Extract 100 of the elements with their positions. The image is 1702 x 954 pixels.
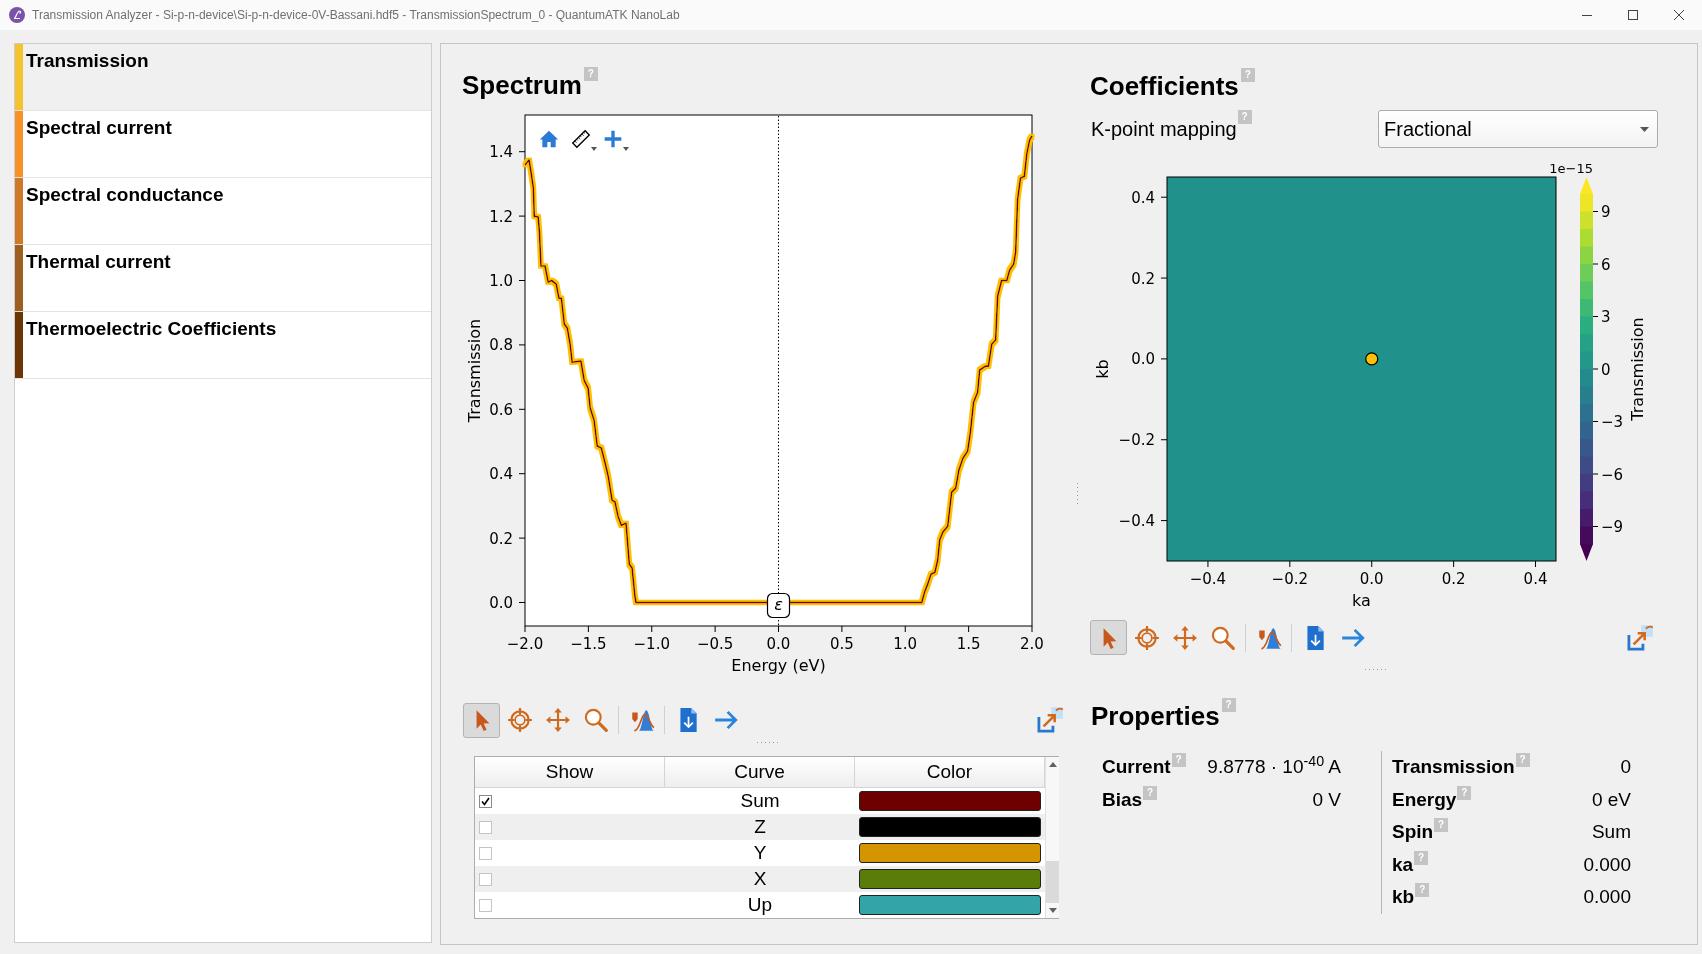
tick-label: 1.0 (893, 634, 918, 653)
checkbox[interactable] (479, 898, 492, 912)
crosshair-icon (1133, 624, 1160, 651)
tick-label: 1.0 (489, 272, 513, 290)
scroll-down-arrow-icon[interactable] (1048, 908, 1057, 913)
sidebar-item[interactable]: Transmission (15, 44, 431, 111)
dropdown-caret-icon[interactable] (1640, 126, 1649, 132)
app-logo-icon (9, 7, 25, 23)
checkbox[interactable] (479, 846, 492, 860)
curve-name: Up (747, 894, 773, 916)
magnifier-icon (1209, 624, 1236, 651)
colorbar-tick-label: −3 (1601, 413, 1624, 431)
pointer-tool-button[interactable] (1090, 620, 1127, 655)
data-point[interactable] (1365, 352, 1379, 366)
maximize-icon (1628, 10, 1638, 20)
popout-icon[interactable] (1626, 623, 1654, 652)
tick-label: 1.5 (956, 634, 981, 653)
axis-label: Energy (eV) (731, 656, 826, 675)
column-header[interactable]: Show (475, 757, 665, 787)
caret-icon[interactable] (591, 147, 597, 151)
tick-label: 0.0 (1359, 569, 1384, 588)
plus-icon[interactable] (603, 129, 623, 149)
tick-label: 0.2 (1131, 269, 1155, 288)
table-row[interactable]: X (475, 866, 1045, 892)
curve-name: Sum (740, 790, 780, 812)
axis-label: ka (1352, 591, 1371, 610)
property-label: kb (1392, 885, 1415, 910)
minimize-icon (1582, 14, 1592, 16)
tick-label: 1.4 (489, 143, 513, 162)
property-label: Energy (1392, 787, 1457, 812)
colorbar-tick-label: 0 (1601, 360, 1611, 379)
sidebar-item[interactable]: Thermal current (15, 245, 431, 312)
column-header[interactable]: Curve (665, 757, 855, 787)
section-title: Properties (1091, 700, 1220, 732)
tick-label: 0.8 (489, 336, 513, 355)
table-row[interactable]: Z (475, 814, 1045, 840)
home-icon[interactable] (539, 129, 559, 149)
property-label: Spin (1392, 820, 1434, 845)
checkbox[interactable] (479, 872, 492, 886)
tick-label: 0.6 (489, 400, 513, 419)
sidebar-item[interactable]: Spectral current (15, 111, 431, 178)
tick-label: −0.2 (1271, 569, 1309, 588)
magnifier-icon (582, 707, 609, 733)
tick-label: −1.0 (633, 634, 670, 653)
tick-label: −0.4 (1189, 569, 1227, 588)
field-label: K-point mapping (1091, 117, 1237, 141)
property-label: Current (1102, 755, 1171, 780)
checkbox[interactable] (479, 794, 492, 808)
tick-label: 0.2 (1441, 569, 1466, 588)
colorbar-tick-label: −6 (1601, 465, 1624, 484)
tick-label: 0.4 (489, 465, 513, 484)
sidebar-item[interactable]: Spectral conductance (15, 178, 431, 245)
property-label: Bias (1102, 787, 1143, 812)
colorbar-tick-label: 9 (1601, 203, 1611, 221)
energy-marker-label[interactable]: ε (766, 592, 791, 619)
property-value: 0.000 (1583, 885, 1631, 910)
tick-label: 2.0 (1020, 634, 1044, 653)
tick-label: 0.4 (1131, 188, 1155, 207)
color-swatch[interactable] (859, 843, 1041, 863)
scroll-up-arrow-icon[interactable] (1048, 762, 1057, 767)
popout-icon[interactable] (1036, 706, 1064, 734)
move-arrows-icon (544, 707, 571, 733)
property-value: 0 (1620, 755, 1631, 780)
ref-line-label: ε (774, 595, 784, 615)
caret-icon[interactable] (623, 147, 629, 151)
colorbar-tick-label: −9 (1601, 518, 1624, 536)
scrollbar-thumb[interactable] (1046, 861, 1059, 903)
colorbar-scale-label: 1e−15 (1549, 161, 1593, 176)
window-title: Transmission Analyzer - Si-p-n-device\Si-p-n-device-0V-Bassani.hdf5 - TransmissionSpectrum_0 - QuantumATK NanoLab (32, 7, 680, 23)
color-swatch[interactable] (859, 817, 1041, 837)
tick-label: 0.4 (1523, 569, 1548, 588)
property-label: Transmission (1392, 755, 1515, 780)
pointer-tool-button[interactable] (463, 702, 500, 738)
mapping-dropdown[interactable]: Fractional (1378, 110, 1658, 148)
tick-label: −0.4 (1118, 512, 1155, 531)
column-header[interactable]: Color (855, 757, 1045, 787)
section-title: Coefficients (1090, 70, 1239, 102)
tick-label: 0.0 (1131, 350, 1155, 369)
tick-label: −0.5 (696, 634, 734, 653)
tick-label: 0.0 (489, 594, 513, 612)
color-swatch[interactable] (859, 869, 1041, 889)
color-swatch[interactable] (859, 791, 1041, 811)
property-label: ka (1392, 852, 1414, 877)
section-title: Spectrum (462, 69, 582, 101)
property-value: 9.8778 · 10$^{-40}$ A (1207, 755, 1341, 780)
property-value: 0 eV (1591, 787, 1631, 812)
axis-label: Transmission (465, 318, 484, 423)
checkbox[interactable] (479, 820, 492, 834)
colorbar-label: Transmission (1628, 317, 1647, 421)
curve-name: Y (753, 842, 767, 864)
color-swatch[interactable] (859, 895, 1041, 915)
property-value: Sum (1591, 820, 1631, 845)
colorbar-tick-label: 6 (1601, 255, 1611, 274)
colorbar-tick-label: 3 (1601, 308, 1611, 326)
property-value: 0.000 (1583, 852, 1631, 877)
move-arrows-icon (1171, 624, 1198, 651)
property-value: 0 V (1312, 787, 1341, 812)
tick-label: 1.2 (489, 207, 513, 226)
sidebar-item[interactable]: Thermoelectric Coefficients (15, 312, 431, 379)
tick-label: 0.5 (829, 634, 854, 653)
